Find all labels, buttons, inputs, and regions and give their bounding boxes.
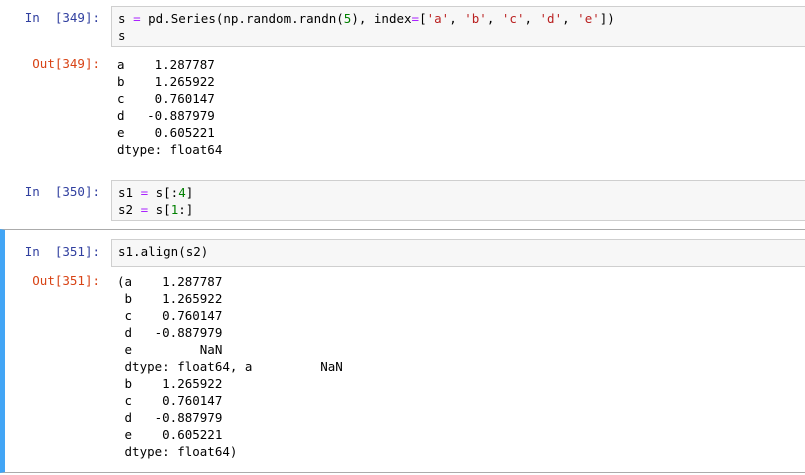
code-token: s [118,11,134,26]
code-token: ), index [351,11,412,26]
notebook-cell-351-selected[interactable]: In [351]: s1.align(s2) Out[351]: (a 1.28… [0,229,805,473]
code-input-area[interactable]: s = pd.Series(np.random.randn(5), index=… [111,6,805,47]
code-line: s2 = s[1:] [118,201,799,218]
code-token: s1.align(s2) [118,244,209,259]
code-token: 4 [178,185,186,200]
code-token: ] [185,185,194,200]
output-line: (a 1.287787 [117,274,223,289]
code-token: s2 [118,202,141,217]
output-line: e NaN [117,342,223,357]
output-line: e 0.605221 [117,427,223,442]
code-token: , [562,11,578,26]
output-prompt: Out[349]: [32,56,100,71]
output-line: d -0.887979 [117,108,215,123]
input-prompt: In [351]: [24,244,100,259]
notebook-cell-349[interactable]: In [349]: s = pd.Series(np.random.randn(… [0,0,805,170]
code-input-area[interactable]: s1.align(s2) [111,239,805,267]
code-token: s[: [148,185,179,200]
output-line: dtype: float64) [117,444,238,459]
notebook-cell-350[interactable]: In [350]: s1 = s[:4] s2 = s[1:] [0,176,805,228]
output-line: c 0.760147 [117,393,223,408]
output-area: (a 1.287787 b 1.265922 c 0.760147 d -0.8… [117,273,805,460]
code-line: s = pd.Series(np.random.randn(5), index=… [118,10,799,27]
input-prompt: In [350]: [24,184,100,199]
code-token: s [118,28,126,43]
input-prompt: In [349]: [24,10,100,25]
code-input-area[interactable]: s1 = s[:4] s2 = s[1:] [111,180,805,221]
code-token: :] [178,202,194,217]
code-token: , [524,11,540,26]
code-token: = [411,11,420,26]
code-token: 'e' [577,11,600,26]
code-line: s1.align(s2) [118,243,799,260]
code-token: pd.Series(np.random.randn( [140,11,344,26]
output-line: c 0.760147 [117,91,215,106]
code-token: [ [419,11,427,26]
output-line: dtype: float64 [117,142,223,157]
output-line: d -0.887979 [117,410,223,425]
code-token: 'a' [426,11,450,26]
output-line: c 0.760147 [117,308,223,323]
code-token: 'b' [464,11,487,26]
code-token: 'c' [501,11,525,26]
code-token: = [133,11,141,26]
code-line: s [118,27,799,44]
output-area: a 1.287787 b 1.265922 c 0.760147 d -0.88797… [117,56,805,158]
output-line: b 1.265922 [117,291,223,306]
code-token: = [140,185,149,200]
output-line: a 1.287787 [117,57,215,72]
output-line: d -0.887979 [117,325,223,340]
code-token: 'd' [539,11,563,26]
code-token: , [449,11,465,26]
code-token: , [486,11,502,26]
output-line: dtype: float64, a NaN [117,359,343,374]
output-line: b 1.265922 [117,74,215,89]
output-prompt: Out[351]: [32,273,100,288]
code-line: s1 = s[:4] [118,184,799,201]
code-token: s1 [118,185,141,200]
code-token: s[ [148,202,171,217]
output-line: b 1.265922 [117,376,223,391]
output-line: e 0.605221 [117,125,215,140]
code-token: ]) [599,11,615,26]
code-token: = [140,202,149,217]
